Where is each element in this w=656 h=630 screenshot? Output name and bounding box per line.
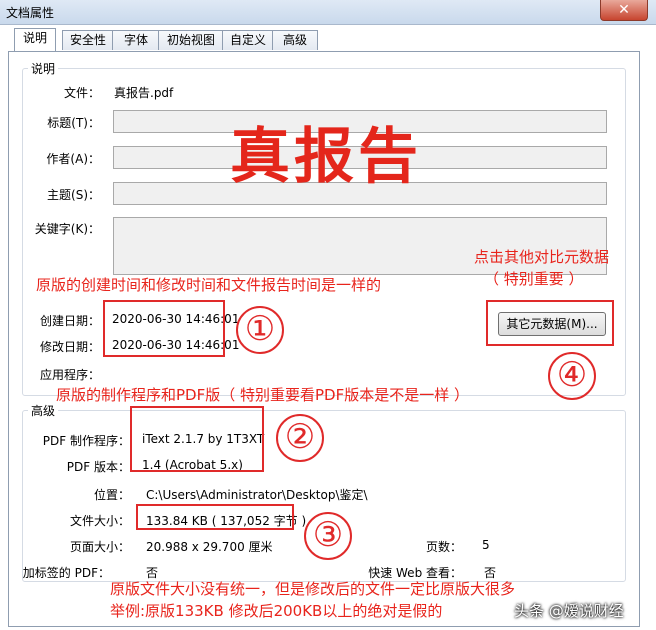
tab-security[interactable]: 安全性 (62, 30, 114, 50)
producer-highlight-box (130, 406, 264, 472)
file-size-highlight-box (136, 504, 294, 530)
annotation-metadata-note-2: （ 特别重要 ） (484, 270, 584, 288)
annotation-circle-1: ① (236, 306, 284, 354)
advanced-group-label: 高级 (28, 402, 59, 419)
close-button[interactable]: ✕ (600, 0, 648, 21)
modified-label: 修改日期： (39, 340, 100, 354)
annotation-big-title: 真报告 (230, 122, 422, 192)
tab-advanced[interactable]: 高级 (272, 30, 318, 50)
subject-label: 主题(S)： (47, 188, 100, 202)
window-title: 文档属性 (6, 6, 55, 20)
file-value: 真报告.pdf (114, 86, 174, 100)
annotation-circle-3: ③ (304, 512, 352, 560)
annotation-size-note-2: 举例:原版133KB 修改后200KB以上的绝对是假的 (110, 602, 443, 620)
annotation-circle-4: ④ (548, 352, 596, 400)
file-size-label: 文件大小： (69, 514, 130, 528)
page-count-label: 页数： (425, 540, 462, 554)
application-label: 应用程序： (39, 368, 100, 382)
annotation-dates-note: 原版的创建时间和修改时间和文件报告时间是一样的 (36, 276, 382, 294)
tab-description[interactable]: 说明 (14, 28, 56, 51)
location-label: 位置： (93, 488, 130, 502)
metadata-highlight-box (486, 300, 614, 346)
window-title-bar: 文档属性 (0, 0, 656, 25)
tab-fonts[interactable]: 字体 (112, 30, 160, 50)
file-label: 文件： (63, 86, 100, 100)
annotation-circle-2: ② (276, 414, 324, 462)
keywords-label: 关键字(K)： (34, 222, 100, 236)
author-label: 作者(A)： (46, 152, 100, 166)
created-label: 创建日期： (39, 314, 100, 328)
tab-custom[interactable]: 自定义 (222, 30, 274, 50)
description-group-label: 说明 (28, 60, 59, 77)
annotation-metadata-note-1: 点击其他对比元数据 (474, 248, 610, 266)
location-value: C:\Users\Administrator\Desktop\鉴定\ (146, 488, 368, 502)
title-label: 标题(T)： (47, 116, 100, 130)
page-size-label: 页面大小： (69, 540, 130, 554)
tagged-pdf-label: 加标签的 PDF： (22, 566, 110, 580)
pdf-version-label: PDF 版本： (66, 460, 130, 474)
annotation-producer-note: 原版的制作程序和PDF版（ 特别重要看PDF版本是不是一样 ） (56, 386, 469, 404)
page-count-value: 5 (482, 538, 490, 552)
page-size-value: 20.988 x 29.700 厘米 (146, 540, 273, 554)
tab-initial-view[interactable]: 初始视图 (158, 30, 224, 50)
producer-label: PDF 制作程序： (42, 434, 130, 448)
dates-highlight-box (103, 300, 225, 357)
close-icon: ✕ (618, 2, 630, 18)
watermark-text: 头条 @嫒说财经 (514, 602, 624, 620)
annotation-size-note-1: 原版文件大小没有统一，但是修改后的文件一定比原版大很多 (110, 580, 516, 598)
